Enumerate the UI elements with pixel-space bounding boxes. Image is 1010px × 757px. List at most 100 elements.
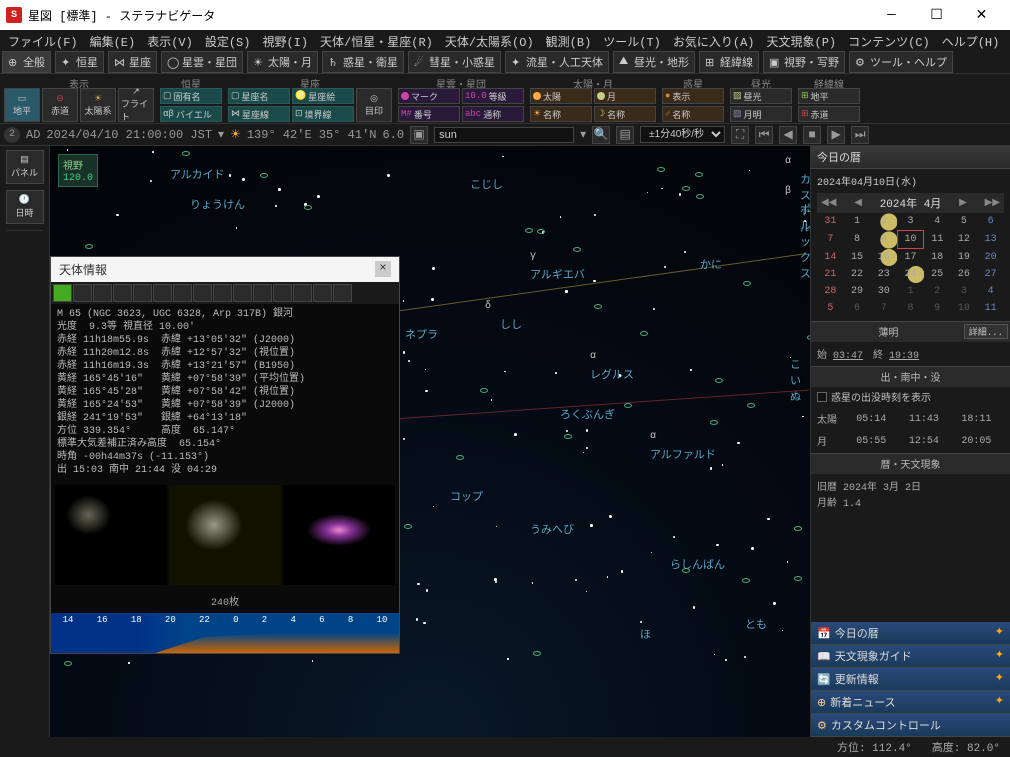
link-today[interactable]: 📅今日の暦✦ — [811, 622, 1010, 645]
coords[interactable]: 139° 42'E 35° 41'N — [247, 128, 377, 142]
btn-constpic[interactable]: ♌星座絵 — [292, 88, 354, 104]
tab-meteor[interactable]: ✦流星・人工天体 — [505, 51, 609, 73]
maximize-button[interactable]: ☐ — [914, 0, 959, 30]
menu-fav[interactable]: お気に入り(A) — [669, 32, 759, 51]
menu-help[interactable]: ヘルプ(H) — [938, 32, 1004, 51]
info-tb-9[interactable] — [213, 284, 232, 302]
btn-solarsys[interactable]: ☀太陽系 — [80, 88, 116, 122]
tab-neb[interactable]: ◯星雲・星団 — [161, 51, 243, 73]
btn-nebmark[interactable]: マーク — [398, 88, 460, 104]
btn-equator[interactable]: ⊖赤道 — [42, 88, 78, 122]
info-tb-13[interactable] — [293, 284, 312, 302]
btn-nebname[interactable]: abc通称 — [462, 106, 524, 122]
info-tb-5[interactable] — [133, 284, 152, 302]
menu-phenom[interactable]: 天文現象(P) — [763, 32, 841, 51]
tab-const[interactable]: ⋈星座 — [108, 51, 157, 73]
menu-fov[interactable]: 視野(I) — [258, 32, 312, 51]
datetime[interactable]: 2024/04/10 21:00:00 JST — [46, 128, 212, 142]
menu-file[interactable]: ファイル(F) — [4, 32, 82, 51]
btn-gridhz[interactable]: ⊞地平 — [798, 88, 860, 104]
info-tb-11[interactable] — [253, 284, 272, 302]
btn-sun[interactable]: 太陽 — [530, 88, 592, 104]
datetime-panel[interactable]: 🕐日時 — [6, 190, 44, 224]
link-news[interactable]: ⊕新着ニュース✦ — [811, 691, 1010, 714]
ffwd-button[interactable]: ⏭ — [851, 126, 869, 144]
btn-constline[interactable]: ⋈星座線 — [228, 106, 290, 122]
btn-constname[interactable]: ▢星座名 — [228, 88, 290, 104]
menu-observe[interactable]: 観測(B) — [542, 32, 596, 51]
btn-moonname[interactable]: ☽名称 — [594, 106, 656, 122]
calendar-table[interactable]: 3112345678910111213141516171819202122232… — [817, 213, 1004, 317]
info-tb-8[interactable] — [193, 284, 212, 302]
cal-next-month[interactable]: ▶ — [959, 197, 967, 209]
cal-prev-year[interactable]: ◀◀ — [821, 197, 836, 209]
btn-planetshow[interactable]: ●表示 — [662, 88, 724, 104]
btn-planetname[interactable]: ♂名称 — [662, 106, 724, 122]
detail-button[interactable]: 詳細... — [964, 324, 1008, 339]
info-tb-12[interactable] — [273, 284, 292, 302]
stop-button[interactable]: ■ — [803, 126, 821, 144]
search-dropdown-icon[interactable]: ▾ — [580, 127, 586, 142]
tab-comet[interactable]: ☄彗星・小惑星 — [408, 51, 501, 73]
back-button[interactable]: ◀ — [779, 126, 797, 144]
link-custom[interactable]: ⚙カスタムコントロール — [811, 714, 1010, 737]
info-tb-14[interactable] — [313, 284, 332, 302]
btn-nebmag[interactable]: 10.0等級 — [462, 88, 524, 104]
info-tb-10[interactable] — [233, 284, 252, 302]
btn-grideq[interactable]: ⊞赤道 — [798, 106, 860, 122]
planet-check[interactable]: 惑星の出没時刻を表示 — [811, 387, 1010, 407]
btn-marker[interactable]: ◎目印 — [356, 88, 392, 122]
thumb-3[interactable] — [283, 485, 395, 585]
btn-sunname[interactable]: ☀名称 — [530, 106, 592, 122]
info-close-button[interactable]: × — [375, 261, 391, 277]
link-guide[interactable]: 📖天文現象ガイド✦ — [811, 645, 1010, 668]
btn-nebnum[interactable]: M#番号 — [398, 106, 460, 122]
speed-select[interactable]: ±1分40秒/秒 — [640, 126, 725, 143]
tab-stars[interactable]: ✦恒星 — [55, 51, 104, 73]
btn-moonlight[interactable]: ▨月明 — [730, 106, 792, 122]
fov[interactable]: 6.0 — [382, 128, 404, 142]
info-tb-2[interactable] — [73, 284, 92, 302]
menu-view[interactable]: 表示(V) — [143, 32, 197, 51]
cal-next-year[interactable]: ▶▶ — [985, 197, 1000, 209]
minimize-button[interactable]: — — [869, 0, 914, 30]
menu-settings[interactable]: 設定(S) — [201, 32, 255, 51]
tab-grid[interactable]: ⊞経緯線 — [699, 51, 759, 73]
btn-horizon[interactable]: ▭地平 — [4, 88, 40, 122]
view-number[interactable]: 2 — [4, 127, 20, 143]
btn-daylight[interactable]: ▨昼光 — [730, 88, 792, 104]
btn-bayer[interactable]: αβバイエル — [160, 106, 222, 122]
menu-tools[interactable]: ツール(T) — [599, 32, 665, 51]
tab-planet[interactable]: ♄惑星・衛星 — [322, 51, 404, 73]
info-tb-6[interactable] — [153, 284, 172, 302]
list-button[interactable]: ▤ — [616, 126, 634, 144]
now-icon[interactable]: ☀ — [230, 127, 241, 142]
tab-sunmoon[interactable]: ☀太陽・月 — [247, 51, 318, 73]
menu-contents[interactable]: コンテンツ(C) — [844, 32, 934, 51]
starmap[interactable]: 視野120.0 アルカイドりょうけんこじしアルギエバししレグルスかにカストルポル… — [50, 146, 810, 737]
btn-boundary[interactable]: ⊡境界線 — [292, 106, 354, 122]
play-button[interactable]: ▶ — [827, 126, 845, 144]
thumb-1[interactable] — [55, 485, 167, 585]
tab-general[interactable]: ⊕全般 — [2, 51, 51, 73]
step-button[interactable]: ⛶ — [731, 126, 749, 144]
info-tb-4[interactable] — [113, 284, 132, 302]
dropdown-icon[interactable]: ▾ — [218, 127, 224, 142]
cal-prev-month[interactable]: ◀ — [854, 197, 862, 209]
menu-objects[interactable]: 天体/恒星・星座(R) — [316, 32, 437, 51]
btn-moon[interactable]: 月 — [594, 88, 656, 104]
close-button[interactable]: ✕ — [959, 0, 1004, 30]
tab-daylight[interactable]: ⛰昼光・地形 — [613, 51, 695, 73]
btn-flight[interactable]: ↗フライト — [118, 88, 154, 122]
info-tb-3[interactable] — [93, 284, 112, 302]
tab-toolhelp[interactable]: ⚙ツール・ヘルプ — [849, 51, 953, 73]
panel-toggle[interactable]: ▤パネル — [6, 150, 44, 184]
link-update[interactable]: 🔄更新情報✦ — [811, 668, 1010, 691]
info-tb-7[interactable] — [173, 284, 192, 302]
altitude-timeline[interactable]: 14161820220246810 — [51, 613, 399, 653]
thumb-2[interactable] — [169, 485, 281, 585]
rewind-button[interactable]: ⏮ — [755, 126, 773, 144]
menu-solarsys[interactable]: 天体/太陽系(O) — [441, 32, 538, 51]
tab-photo[interactable]: ▣視野・写野 — [763, 51, 845, 73]
fov-reset[interactable]: ▣ — [410, 126, 428, 144]
